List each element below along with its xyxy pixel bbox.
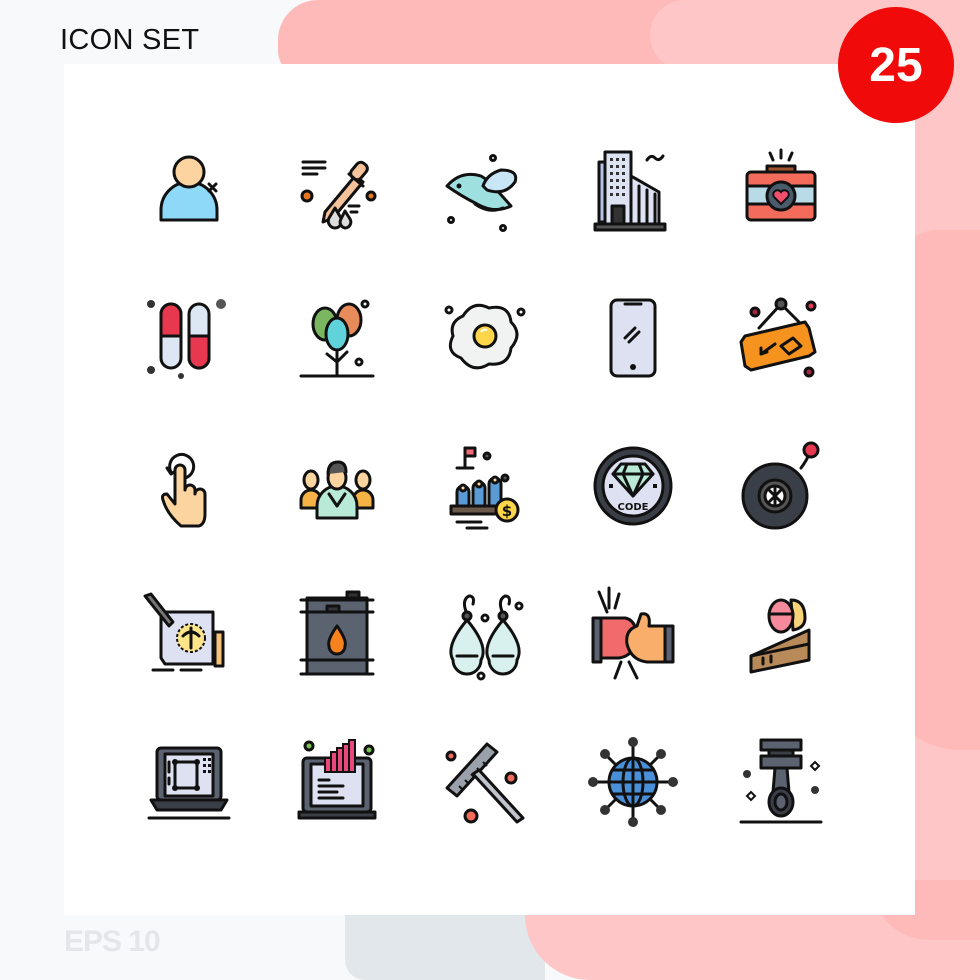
icon-grid: $ CODE: [115, 116, 855, 856]
icon-cell[interactable]: [115, 264, 263, 412]
svg-text:$: $: [502, 502, 512, 520]
wheel-tire-icon: [741, 441, 820, 530]
icon-cell[interactable]: [707, 264, 855, 412]
icon-cell[interactable]: [559, 708, 707, 856]
laptop-analytics-icon: [297, 739, 377, 820]
podium-money-icon: $: [449, 446, 520, 530]
bird-icon: [445, 154, 518, 232]
page-title: ICON SET: [60, 24, 200, 56]
icon-cell[interactable]: [411, 560, 559, 708]
icon-cell[interactable]: [559, 116, 707, 264]
format-label: EPS 10: [64, 925, 161, 958]
icon-cell[interactable]: [115, 412, 263, 560]
code-label: CODE: [618, 502, 649, 513]
global-network-icon: [588, 737, 678, 827]
camera-heart-icon: [745, 148, 817, 222]
icon-cell[interactable]: $: [411, 412, 559, 560]
icon-cell[interactable]: [411, 708, 559, 856]
laptop-design-icon: [147, 746, 231, 820]
icon-cell[interactable]: [411, 116, 559, 264]
dropper-icon: [300, 160, 377, 230]
team-leader-icon: [299, 460, 375, 520]
icon-cell[interactable]: [115, 560, 263, 708]
icon-cell[interactable]: [115, 708, 263, 856]
easter-cake-icon: [749, 598, 811, 674]
smartphone-icon: [609, 298, 657, 378]
icon-cell[interactable]: [263, 560, 411, 708]
design-drawing-icon: [143, 592, 225, 672]
icon-cell[interactable]: [707, 116, 855, 264]
icon-count-badge: 25: [838, 7, 954, 123]
icon-cell[interactable]: [263, 264, 411, 412]
office-building-icon: [593, 150, 667, 232]
pills-capsule-icon: [147, 299, 226, 379]
icon-cell[interactable]: [559, 560, 707, 708]
icon-cell[interactable]: [411, 264, 559, 412]
rake-icon: [445, 742, 525, 824]
icon-cell[interactable]: [263, 116, 411, 264]
icon-cell[interactable]: [559, 264, 707, 412]
fried-egg-icon: [444, 303, 526, 370]
icon-cell[interactable]: [707, 412, 855, 560]
earrings-icon: [449, 594, 524, 681]
icon-cell[interactable]: [263, 412, 411, 560]
balloons-icon: [299, 299, 375, 378]
icon-cell[interactable]: [263, 708, 411, 856]
piston-icon: [739, 738, 823, 824]
fist-bump-icon: [591, 586, 675, 680]
rotate-gesture-icon: [161, 452, 207, 528]
oil-barrel-icon: [299, 590, 375, 676]
icon-cell[interactable]: [115, 116, 263, 264]
icon-cell[interactable]: [707, 708, 855, 856]
background-shape: [345, 915, 545, 980]
remove-user-icon: [159, 155, 219, 222]
icon-cell[interactable]: CODE: [559, 412, 707, 560]
diamond-code-icon: CODE: [593, 446, 673, 526]
hanging-sign-icon: [739, 297, 817, 378]
icon-cell[interactable]: [707, 560, 855, 708]
